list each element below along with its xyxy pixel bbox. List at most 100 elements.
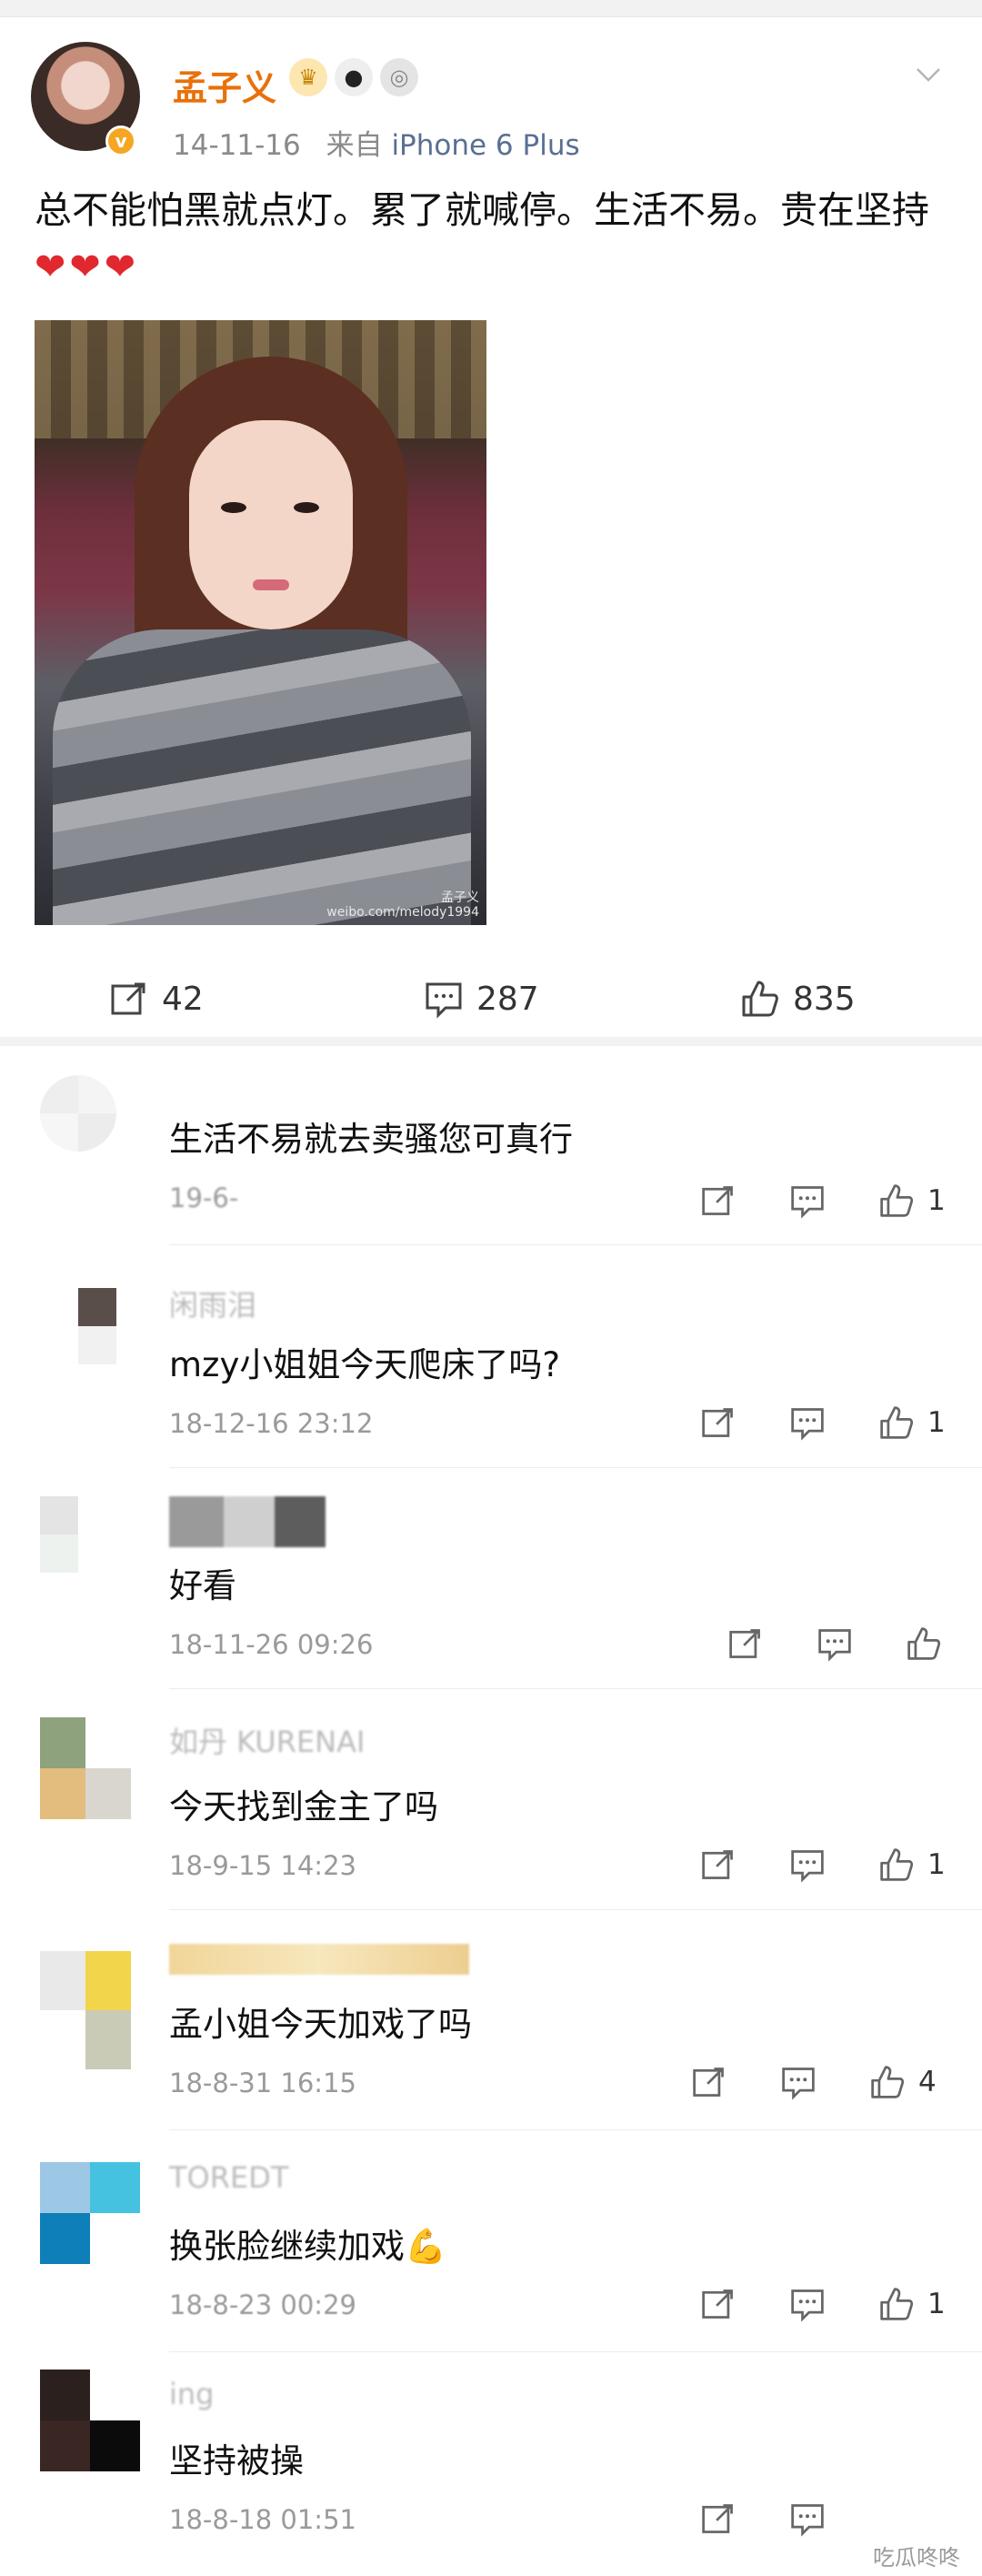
post-photo[interactable]: 孟子义 weibo.com/melody1994: [35, 320, 486, 925]
thumbs-up-icon: [880, 1184, 914, 1217]
comment-text: 好看: [169, 1566, 236, 1605]
comment-item: 如丹 KURENAI 今天找到金主了吗 18-9-15 14:23 1: [0, 1690, 982, 1911]
crown-badge-icon[interactable]: ♛: [289, 58, 327, 96]
comment-actions: 1: [647, 1846, 946, 1883]
thumbs-up-icon: [880, 1848, 914, 1881]
comment-actions: 1: [647, 2286, 946, 2322]
like-button[interactable]: 835: [740, 979, 856, 1019]
divider: [169, 1688, 982, 1689]
photo-lips: [253, 579, 289, 590]
comment-icon: [791, 1850, 824, 1883]
heart-emoji-icons: ❤❤❤: [35, 245, 140, 288]
medal-badge-icon[interactable]: ◎: [380, 58, 418, 96]
commenter-avatar[interactable]: [40, 2162, 140, 2264]
photo-eye: [294, 502, 319, 513]
comment-icon: [791, 2504, 824, 2537]
comment-item: 孟小姐今天加戏了吗 18-8-31 16:15 4: [0, 1911, 982, 2131]
photo-eye: [221, 502, 246, 513]
repost-icon: [702, 1186, 733, 1215]
reply-button[interactable]: [780, 2064, 817, 2100]
comment-actions: [647, 2501, 857, 2537]
commenter-avatar[interactable]: [40, 1951, 131, 2069]
comment-actions: 1: [647, 1404, 946, 1441]
comment-time: 18-9-15 14:23: [169, 1850, 356, 1881]
repost-icon: [702, 2289, 733, 2319]
comment-button[interactable]: 287: [424, 979, 539, 1019]
like-count: 835: [793, 980, 856, 1018]
repost-button[interactable]: [700, 1846, 736, 1883]
panda-badge-icon[interactable]: ●: [335, 58, 373, 96]
photo-sweater: [53, 629, 471, 925]
repost-button[interactable]: [700, 1404, 736, 1441]
comment-icon: [426, 982, 462, 1019]
comment-text: mzy小姐姐今天爬床了吗?: [169, 1345, 560, 1384]
commenter-name[interactable]: 如丹 KURENAI: [169, 1719, 365, 1761]
thumbs-up-icon: [880, 1406, 914, 1439]
commenter-name[interactable]: [169, 1496, 326, 1555]
like-button[interactable]: [869, 2064, 906, 2100]
divider: [169, 2129, 982, 2130]
photo-watermark: 孟子义 weibo.com/melody1994: [326, 891, 479, 920]
commenter-name[interactable]: ing: [169, 2377, 214, 2411]
comment-item: 闲雨泪 mzy小姐姐今天爬床了吗? 18-12-16 23:12 1: [0, 1246, 982, 1469]
divider: [169, 1244, 982, 1245]
repost-icon: [693, 2068, 724, 2097]
comment-time: 18-11-26 09:26: [169, 1629, 374, 1660]
repost-icon: [702, 1850, 733, 1879]
commenter-avatar[interactable]: [40, 1717, 131, 1819]
reply-button[interactable]: [789, 1182, 826, 1219]
repost-icon: [111, 982, 145, 1015]
commenter-name[interactable]: TOREDT: [169, 2160, 288, 2195]
like-button[interactable]: [878, 1404, 915, 1441]
comment-like-count: 1: [927, 1184, 946, 1217]
comment-time: 18-8-23 00:29: [169, 2289, 356, 2320]
comment-like-count: 1: [927, 1848, 946, 1881]
commenter-avatar[interactable]: [40, 1075, 116, 1152]
comment-time: 19-6-: [169, 1182, 239, 1213]
commenter-avatar[interactable]: [40, 1288, 116, 1364]
like-button[interactable]: [878, 1846, 915, 1883]
user-badges: ♛ ● ◎: [289, 58, 418, 96]
repost-button[interactable]: [691, 2064, 727, 2100]
post-text: 总不能怕黑就点灯。累了就喊停。生活不易。贵在坚持 ❤❤❤: [35, 182, 944, 295]
watermark: 吃瓜咚咚: [873, 2545, 960, 2571]
reply-button[interactable]: [817, 1625, 853, 1662]
repost-button[interactable]: 42: [109, 979, 204, 1019]
like-button[interactable]: [906, 1625, 942, 1662]
post-action-bar: 42 287 835: [0, 959, 982, 1041]
section-separator: [0, 1037, 982, 1046]
post-source-prefix: 来自: [326, 129, 383, 162]
comment-item: 生活不易就去卖骚您可真行 19-6- 1: [0, 1046, 982, 1246]
reply-button[interactable]: [789, 1404, 826, 1441]
comment-time: 18-8-31 16:15: [169, 2068, 356, 2098]
reply-button[interactable]: [789, 1846, 826, 1883]
commenter-avatar[interactable]: [40, 1496, 116, 1573]
like-button[interactable]: [878, 1182, 915, 1219]
thumbs-up-icon: [742, 981, 778, 1017]
commenter-name[interactable]: 闲雨泪: [169, 1283, 256, 1324]
comment-like-count: 4: [918, 2066, 937, 2098]
comment-icon: [782, 2068, 815, 2100]
comment-item: 好看 18-11-26 09:26: [0, 1469, 982, 1690]
comment-icon: [791, 2289, 824, 2322]
repost-button[interactable]: [700, 2501, 736, 2537]
thumbs-up-icon: [871, 2066, 905, 2098]
commenter-name[interactable]: [169, 1944, 469, 1982]
chevron-down-icon[interactable]: [915, 60, 942, 87]
status-strip: [0, 0, 982, 17]
repost-button[interactable]: [700, 2286, 736, 2322]
repost-button[interactable]: [727, 1625, 764, 1662]
thumbs-up-icon: [907, 1627, 941, 1660]
like-button[interactable]: [878, 2286, 915, 2322]
divider: [169, 1467, 982, 1468]
reply-button[interactable]: [789, 2286, 826, 2322]
comment-actions: 1: [647, 1182, 946, 1219]
reply-button[interactable]: [789, 2501, 826, 2537]
comment-item: ing 坚持被操 18-8-18 01:51: [0, 2353, 982, 2576]
commenter-avatar[interactable]: [40, 2370, 140, 2471]
post-source[interactable]: iPhone 6 Plus: [391, 129, 579, 162]
comment-text: 生活不易就去卖骚您可真行: [169, 1120, 573, 1159]
repost-button[interactable]: [700, 1182, 736, 1219]
post-username[interactable]: 孟子义: [173, 60, 276, 110]
comment-text: 孟小姐今天加戏了吗: [169, 2005, 472, 2044]
